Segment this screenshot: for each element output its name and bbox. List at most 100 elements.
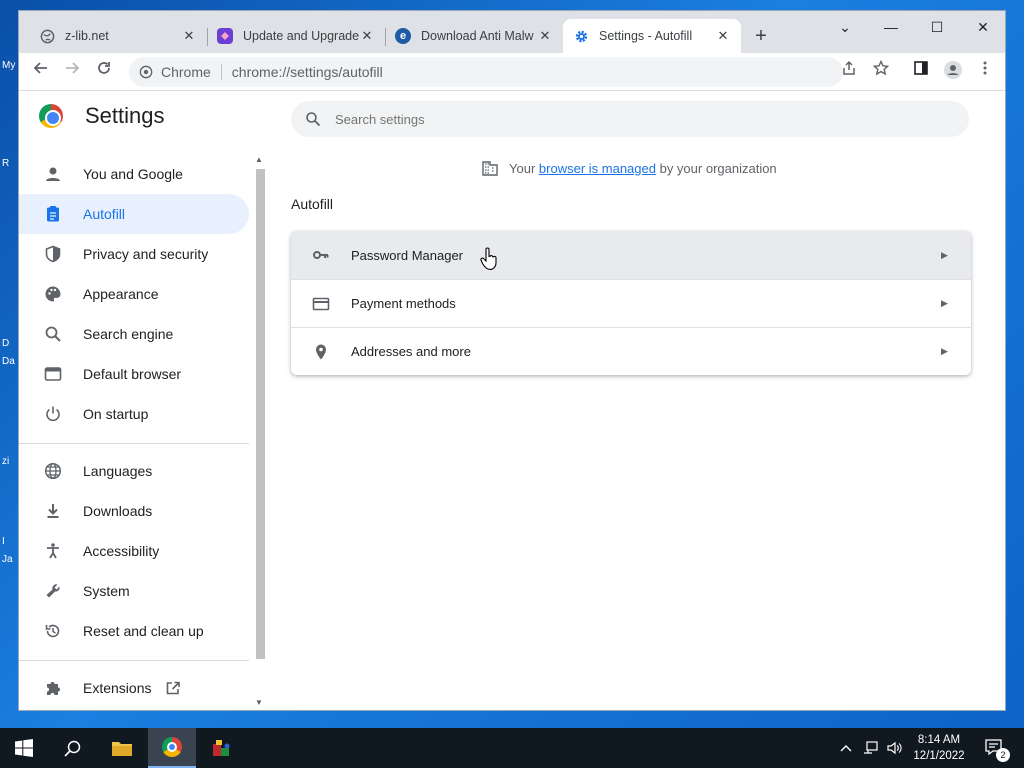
sidebar-item-label: Reset and clean up xyxy=(83,623,204,639)
start-button[interactable] xyxy=(0,728,48,768)
file-explorer-button[interactable] xyxy=(100,728,144,768)
minimize-button[interactable]: — xyxy=(876,15,906,39)
close-tab-icon[interactable]: ✕ xyxy=(181,28,197,44)
site-label: Chrome xyxy=(161,64,211,80)
managed-notice: Your browser is managed by your organiza… xyxy=(481,159,777,177)
sidebar-item-you-and-google[interactable]: You and Google xyxy=(19,154,249,194)
star-icon xyxy=(872,59,890,76)
chrome-taskbar-button[interactable] xyxy=(148,728,196,768)
desktop-icon-label[interactable]: R xyxy=(2,158,9,169)
row-label: Addresses and more xyxy=(351,344,471,359)
url-text[interactable]: chrome://settings/autofill xyxy=(232,64,383,80)
sidebar-item-privacy-and-security[interactable]: Privacy and security xyxy=(19,234,249,274)
desktop-icon-label[interactable]: D xyxy=(2,338,9,349)
search-bar[interactable] xyxy=(291,101,969,137)
sidebar-item-extensions[interactable]: Extensions xyxy=(19,668,249,708)
clock-date: 12/1/2022 xyxy=(913,750,965,762)
taskbar-clock[interactable]: 8:14 AM 12/1/2022 xyxy=(908,732,970,764)
close-tab-icon[interactable]: ✕ xyxy=(359,28,375,44)
tab-settings-autofill[interactable]: Settings - Autofill ✕ xyxy=(563,19,741,53)
power-icon xyxy=(43,404,63,424)
palette-icon xyxy=(43,284,63,304)
row-label: Password Manager xyxy=(351,247,463,263)
share-button[interactable] xyxy=(837,60,861,84)
app-icon xyxy=(213,740,230,756)
address-bar[interactable]: Chrome chrome://settings/autofill xyxy=(129,57,843,87)
tab-update-upgrade[interactable]: Update and Upgrade ✕ xyxy=(207,19,385,53)
volume-button[interactable] xyxy=(884,728,906,768)
close-tab-icon[interactable]: ✕ xyxy=(537,28,553,44)
chevron-right-icon: ▶ xyxy=(941,249,948,260)
shield-icon xyxy=(43,244,63,264)
sidebar-item-label: Languages xyxy=(83,463,153,479)
desktop-icon-label[interactable]: Da xyxy=(2,356,15,367)
globe-icon xyxy=(39,28,55,44)
app-icon xyxy=(217,28,233,44)
back-button[interactable] xyxy=(29,60,53,84)
maximize-button[interactable]: ☐ xyxy=(922,15,952,39)
managed-suffix: by your organization xyxy=(659,160,777,176)
scroll-up-arrow-icon[interactable]: ▲ xyxy=(255,155,263,164)
password-manager-row[interactable]: Password Manager ▶ xyxy=(291,231,971,279)
sidebar-item-on-startup[interactable]: On startup xyxy=(19,394,249,434)
show-hidden-icons-button[interactable] xyxy=(836,728,856,768)
sidebar-item-reset-and-clean-up[interactable]: Reset and clean up xyxy=(19,611,249,651)
sidebar-item-autofill[interactable]: Autofill xyxy=(19,194,249,234)
sidebar-item-system[interactable]: System xyxy=(19,571,249,611)
scrollbar-thumb[interactable] xyxy=(256,169,265,659)
close-tab-icon[interactable]: ✕ xyxy=(715,28,731,44)
reset-icon xyxy=(43,621,63,641)
tab-zlib[interactable]: z-lib.net ✕ xyxy=(29,19,207,53)
sidebar-divider xyxy=(19,443,249,444)
wrench-icon xyxy=(43,581,63,601)
sidebar-item-appearance[interactable]: Appearance xyxy=(19,274,249,314)
tab-title: z-lib.net xyxy=(65,29,109,43)
forward-button[interactable] xyxy=(60,60,84,84)
sidebar-scrollbar[interactable]: ▲ ▼ xyxy=(253,153,267,710)
folder-icon xyxy=(112,742,132,756)
bookmark-button[interactable] xyxy=(869,59,893,84)
close-window-button[interactable]: ✕ xyxy=(968,15,998,39)
sidebar-item-label: Extensions xyxy=(83,680,152,696)
tab-strip: z-lib.net ✕ Update and Upgrade ✕ e Downl… xyxy=(19,11,1005,53)
network-button[interactable] xyxy=(860,728,882,768)
addresses-row[interactable]: Addresses and more ▶ xyxy=(291,327,971,375)
sidebar-item-accessibility[interactable]: Accessibility xyxy=(19,531,249,571)
new-tab-button[interactable]: + xyxy=(749,25,773,49)
accessibility-icon xyxy=(43,541,63,561)
page-title: Settings xyxy=(85,103,165,128)
sidebar-item-downloads[interactable]: Downloads xyxy=(19,491,249,531)
hand-cursor-icon xyxy=(480,247,497,270)
managed-link[interactable]: browser is managed xyxy=(539,161,656,176)
desktop-icon-label[interactable]: My xyxy=(2,60,15,71)
sidebar-item-default-browser[interactable]: Default browser xyxy=(19,354,249,394)
reload-icon xyxy=(98,62,110,74)
sidebar-item-search-engine[interactable]: Search engine xyxy=(19,314,249,354)
chevron-right-icon: ▶ xyxy=(941,346,948,356)
sidebar-item-label: Downloads xyxy=(83,503,153,519)
location-pin-icon xyxy=(311,342,331,362)
profile-button[interactable] xyxy=(941,60,965,84)
managed-prefix: Your xyxy=(509,160,536,176)
tab-search-button[interactable]: ⌄ xyxy=(830,15,860,39)
scroll-down-arrow-icon[interactable]: ▼ xyxy=(255,698,263,707)
search-icon xyxy=(43,324,63,344)
tab-title: Settings - Autofill xyxy=(599,29,693,43)
desktop-icon-label[interactable]: zi xyxy=(2,456,9,467)
search-input[interactable] xyxy=(335,111,935,127)
sidebar-item-label: Accessibility xyxy=(83,543,160,559)
side-panel-button[interactable] xyxy=(909,60,933,84)
reload-button[interactable] xyxy=(92,60,116,84)
settings-sidebar: Settings You and Google Autofill Privacy… xyxy=(19,91,269,710)
desktop-icon-label[interactable]: Ja xyxy=(2,554,13,565)
app-taskbar-button[interactable] xyxy=(200,728,244,768)
notification-center-button[interactable]: 2 xyxy=(978,728,1012,768)
payment-methods-row[interactable]: Payment methods ▶ xyxy=(291,279,971,327)
menu-button[interactable] xyxy=(973,60,997,84)
sidebar-item-languages[interactable]: Languages xyxy=(19,451,249,491)
taskbar-search-button[interactable] xyxy=(50,728,94,768)
building-icon xyxy=(481,159,499,177)
tab-download-anti-malware[interactable]: e Download Anti Malw ✕ xyxy=(385,19,563,53)
toolbar: Chrome chrome://settings/autofill xyxy=(19,53,1005,91)
desktop-icon-label[interactable]: I xyxy=(2,536,5,547)
